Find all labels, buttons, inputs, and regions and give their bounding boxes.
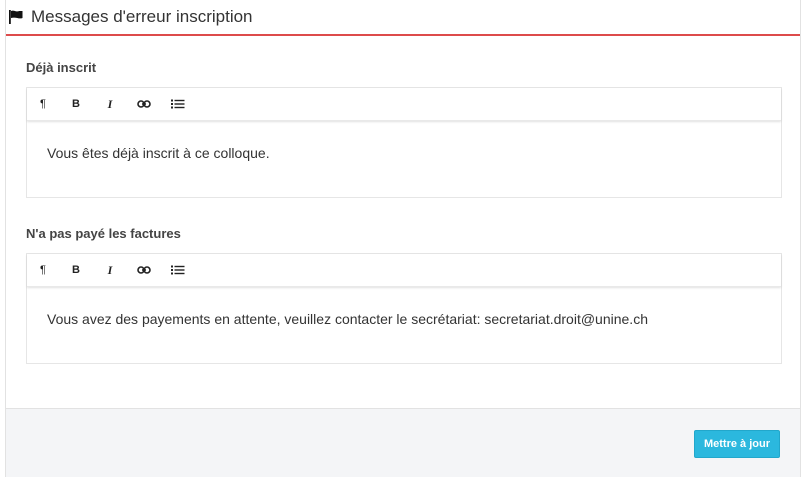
bold-icon[interactable]: B	[59, 254, 93, 286]
field-label-factures: N'a pas payé les factures	[26, 226, 181, 241]
flag-icon	[8, 9, 24, 25]
error-messages-panel: Messages d'erreur inscription Déjà inscr…	[5, 0, 801, 477]
panel-footer: Mettre à jour	[6, 408, 800, 477]
link-icon[interactable]	[127, 254, 161, 286]
editor-toolbar: ¶ B I	[27, 88, 781, 121]
field-label-deja-inscrit: Déjà inscrit	[26, 60, 97, 75]
editor-content-factures[interactable]: Vous avez des payements en attente, veui…	[27, 287, 781, 365]
link-icon[interactable]	[127, 88, 161, 120]
editor-factures: ¶ B I Vous avez des payements en attente…	[26, 253, 782, 364]
panel-heading: Messages d'erreur inscription	[6, 0, 800, 36]
bold-icon[interactable]: B	[59, 88, 93, 120]
editor-deja-inscrit: ¶ B I Vous êtes déjà inscrit à ce colloq…	[26, 87, 782, 198]
list-icon[interactable]	[161, 88, 195, 120]
editor-toolbar: ¶ B I	[27, 254, 781, 287]
update-button[interactable]: Mettre à jour	[694, 430, 780, 458]
italic-icon[interactable]: I	[93, 254, 127, 286]
paragraph-icon[interactable]: ¶	[27, 88, 59, 120]
paragraph-icon[interactable]: ¶	[27, 254, 59, 286]
list-icon[interactable]	[161, 254, 195, 286]
italic-icon[interactable]: I	[93, 88, 127, 120]
editor-content-deja-inscrit[interactable]: Vous êtes déjà inscrit à ce colloque.	[27, 121, 781, 199]
panel-title: Messages d'erreur inscription	[31, 7, 253, 26]
